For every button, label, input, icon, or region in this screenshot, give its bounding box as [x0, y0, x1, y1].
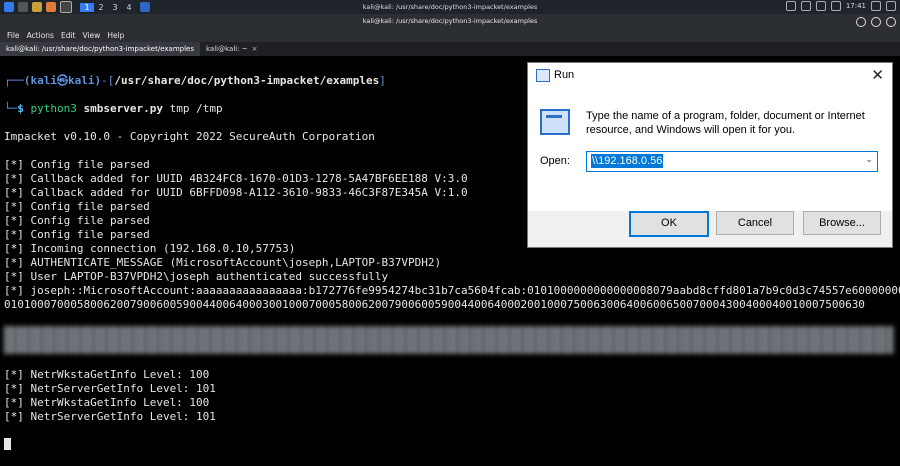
open-label: Open:	[540, 155, 570, 167]
lock-icon[interactable]	[871, 1, 881, 11]
prompt-path: /usr/share/doc/python3-impacket/examples	[114, 74, 380, 87]
tab-close-icon[interactable]: ×	[252, 42, 258, 56]
power-icon[interactable]	[886, 1, 896, 11]
terminal-line: [*] NetrServerGetInfo Level: 101	[4, 410, 216, 423]
terminal-line: [*] User LAPTOP-B37VPDH2\joseph authenti…	[4, 270, 389, 283]
top-panel: 1 2 3 4 kali@kali: /usr/share/doc/python…	[0, 0, 900, 14]
workspace-3[interactable]: 3	[108, 3, 122, 12]
terminal-icon[interactable]	[60, 1, 72, 13]
tab-home[interactable]: kali@kali: ~ ×	[200, 42, 264, 56]
prompt-user: (kali㉿kali)	[23, 74, 102, 87]
battery-icon[interactable]	[830, 1, 841, 11]
workspace-1[interactable]: 1	[80, 2, 94, 12]
workspace-switcher: 1 2 3 4	[80, 2, 136, 12]
tab-label: kali@kali: /usr/share/doc/python3-impack…	[6, 45, 194, 53]
run-dialog: Run ✕ Type the name of a program, folder…	[527, 62, 893, 248]
terminal-titlebar: kali@kali: /usr/share/doc/python3-impack…	[0, 14, 900, 29]
kali-menu-icon[interactable]	[4, 2, 14, 12]
redacted-hash-region	[4, 326, 894, 354]
menu-edit[interactable]: Edit	[61, 31, 76, 40]
open-input[interactable]: \\192.168.0.56 ⌄	[586, 151, 878, 172]
window-controls	[856, 17, 896, 27]
network-icon[interactable]	[785, 1, 796, 11]
terminal-line: [*] joseph::MicrosoftAccount:aaaaaaaaaaa…	[4, 284, 900, 297]
maximize-icon[interactable]	[871, 17, 881, 27]
volume-icon[interactable]	[800, 1, 811, 11]
active-window-icon[interactable]	[140, 2, 150, 12]
terminal-line: [*] AUTHENTICATE_MESSAGE (MicrosoftAccou…	[4, 256, 442, 269]
menu-file[interactable]: File	[7, 31, 20, 40]
clock[interactable]: 17:41	[846, 2, 866, 10]
command-binary: python3	[30, 102, 77, 115]
workspace-2[interactable]: 2	[94, 3, 108, 12]
menu-help[interactable]: Help	[107, 31, 124, 40]
run-dialog-titlebar: Run ✕	[528, 63, 892, 89]
command-script: smbserver.py	[83, 102, 163, 115]
run-program-icon	[540, 109, 570, 135]
tab-examples[interactable]: kali@kali: /usr/share/doc/python3-impack…	[0, 42, 200, 56]
browse-button[interactable]: Browse...	[803, 211, 881, 235]
run-dialog-footer: OK Cancel Browse...	[528, 211, 892, 247]
run-description: Type the name of a program, folder, docu…	[586, 110, 865, 136]
menu-actions[interactable]: Actions	[27, 31, 54, 40]
ok-button[interactable]: OK	[629, 211, 709, 237]
terminal-line: [*] NetrWkstaGetInfo Level: 100	[4, 368, 210, 381]
desktop-icon[interactable]	[18, 2, 28, 12]
tab-label: kali@kali: ~	[205, 45, 248, 53]
open-input-value: \\192.168.0.56	[591, 154, 664, 168]
run-icon	[536, 69, 550, 82]
minimize-icon[interactable]	[856, 17, 866, 27]
workspace-4[interactable]: 4	[122, 3, 136, 12]
terminal-line: [*] NetrWkstaGetInfo Level: 100	[4, 396, 210, 409]
terminal-line: [*] NetrServerGetInfo Level: 101	[4, 382, 216, 395]
firefox-icon[interactable]	[46, 2, 56, 12]
notification-icon[interactable]	[815, 1, 826, 11]
menu-view[interactable]: View	[83, 31, 101, 40]
chevron-down-icon[interactable]: ⌄	[865, 154, 873, 165]
window-title: kali@kali: /usr/share/doc/python3-impack…	[362, 17, 538, 25]
terminal-cursor	[4, 438, 11, 450]
terminal-line: 0101000700058006200790060059004400640003…	[4, 298, 865, 311]
terminal-menubar: File Actions Edit View Help	[0, 29, 900, 42]
system-tray: 17:41	[785, 1, 896, 11]
terminal-tabs: kali@kali: /usr/share/doc/python3-impack…	[0, 42, 900, 56]
cancel-button[interactable]: Cancel	[716, 211, 794, 235]
command-args: tmp /tmp	[169, 102, 223, 115]
close-icon[interactable]	[886, 17, 896, 27]
run-dialog-title: Run	[554, 69, 575, 81]
file-manager-icon[interactable]	[32, 2, 42, 12]
close-icon[interactable]: ✕	[871, 66, 884, 84]
run-dialog-body: Type the name of a program, folder, docu…	[528, 89, 892, 211]
